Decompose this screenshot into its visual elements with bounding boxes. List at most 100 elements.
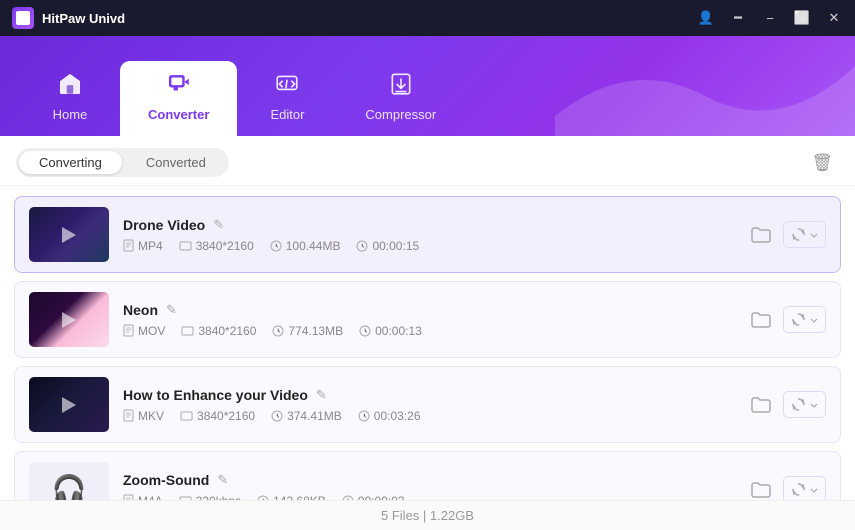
compressor-label: Compressor [365,107,436,122]
meta-resolution: 320kbps [179,494,241,501]
home-icon [57,71,83,101]
file-thumbnail: 🎧 [29,462,109,500]
compressor-icon [388,71,414,101]
tab-converting[interactable]: Converting [19,151,122,174]
file-meta: MOV 3840*2160 774.13MB 00:00:13 [123,324,733,338]
file-name: Zoom-Sound [123,472,209,488]
title-bar-controls: 👤 ━ − ⬜ ✕ [697,9,843,27]
home-label: Home [53,107,88,122]
convert-button[interactable] [783,306,826,333]
file-thumbnail [29,207,109,262]
file-name: Neon [123,302,158,318]
file-actions [747,391,826,418]
size-icon [257,495,269,501]
nav-bar: Home Converter Editor [0,36,855,136]
meta-format: MOV [123,324,165,338]
file-name: Drone Video [123,217,205,233]
nav-item-converter[interactable]: Converter [120,61,237,136]
editor-label: Editor [270,107,304,122]
restore-button[interactable]: ⬜ [793,9,811,27]
duration-icon [359,325,371,337]
delete-all-button[interactable]: 🗑 [805,151,839,175]
app-logo [12,7,34,29]
duration-icon [342,495,354,501]
footer-stats: 5 Files | 1.22GB [381,508,474,523]
files-list: Drone Video ✎ MP4 3840*2160 100.44MB [0,186,855,500]
file-item: 🎧 Zoom-Sound ✎ M4A 320kbps [14,451,841,500]
file-thumbnail [29,292,109,347]
app-name: HitPaw Univd [42,11,125,26]
resolution-icon [179,495,192,500]
file-actions [747,221,826,248]
file-name-row: Drone Video ✎ [123,217,733,233]
convert-button[interactable] [783,476,826,500]
meta-resolution: 3840*2160 [181,324,256,338]
nav-item-home[interactable]: Home [20,61,120,136]
file-item: Neon ✎ MOV 3840*2160 774.13MB [14,281,841,358]
meta-format: MKV [123,409,164,423]
folder-button[interactable] [747,222,775,248]
size-icon [272,325,284,337]
file-item: How to Enhance your Video ✎ MKV 3840*216… [14,366,841,443]
file-icon [123,324,134,337]
meta-resolution: 3840*2160 [180,409,255,423]
file-item: Drone Video ✎ MP4 3840*2160 100.44MB [14,196,841,273]
meta-size: 774.13MB [272,324,343,338]
size-icon [270,240,282,252]
file-info: Zoom-Sound ✎ M4A 320kbps 142.68KB [123,472,733,501]
meta-duration: 00:03:26 [358,409,421,423]
resolution-icon [179,240,192,251]
title-bar-left: HitPaw Univd [12,7,125,29]
tabs-container: Converting Converted [16,148,229,177]
duration-icon [358,410,370,422]
converter-icon [166,71,192,101]
file-name-row: Neon ✎ [123,302,733,318]
folder-button[interactable] [747,392,775,418]
resolution-icon [181,325,194,336]
edit-icon[interactable]: ✎ [217,472,228,488]
duration-icon [356,240,368,252]
file-actions [747,306,826,333]
file-name-row: Zoom-Sound ✎ [123,472,733,488]
meta-duration: 00:00:15 [356,239,419,253]
meta-size: 100.44MB [270,239,341,253]
nav-item-editor[interactable]: Editor [237,61,337,136]
play-icon [62,227,76,243]
meta-format: M4A [123,494,163,501]
meta-duration: 00:00:03 [342,494,405,501]
file-icon [123,409,134,422]
file-icon [123,494,134,500]
meta-size: 374.41MB [271,409,342,423]
footer-bar: 5 Files | 1.22GB [0,500,855,530]
profile-icon[interactable]: 👤 [697,9,715,27]
minimize-button[interactable]: − [761,9,779,27]
edit-icon[interactable]: ✎ [316,387,327,403]
app-logo-inner [16,11,30,25]
nav-item-compressor[interactable]: Compressor [337,61,464,136]
edit-icon[interactable]: ✎ [166,302,177,318]
close-button[interactable]: ✕ [825,9,843,27]
converter-label: Converter [148,107,209,122]
file-info: How to Enhance your Video ✎ MKV 3840*216… [123,387,733,423]
size-icon [271,410,283,422]
folder-button[interactable] [747,477,775,501]
file-info: Neon ✎ MOV 3840*2160 774.13MB [123,302,733,338]
convert-button[interactable] [783,391,826,418]
edit-icon[interactable]: ✎ [213,217,224,233]
meta-duration: 00:00:13 [359,324,422,338]
file-meta: MP4 3840*2160 100.44MB 00:00:15 [123,239,733,253]
meta-size: 142.68KB [257,494,326,501]
audio-icon: 🎧 [52,473,87,500]
folder-button[interactable] [747,307,775,333]
hamburger-icon[interactable]: ━ [729,9,747,27]
convert-button[interactable] [783,221,826,248]
play-icon [62,312,76,328]
file-icon [123,239,134,252]
title-bar: HitPaw Univd 👤 ━ − ⬜ ✕ [0,0,855,36]
file-thumbnail [29,377,109,432]
tab-converted[interactable]: Converted [126,151,226,174]
meta-resolution: 3840*2160 [179,239,254,253]
file-name-row: How to Enhance your Video ✎ [123,387,733,403]
tabs-bar: Converting Converted 🗑 [0,136,855,186]
file-info: Drone Video ✎ MP4 3840*2160 100.44MB [123,217,733,253]
